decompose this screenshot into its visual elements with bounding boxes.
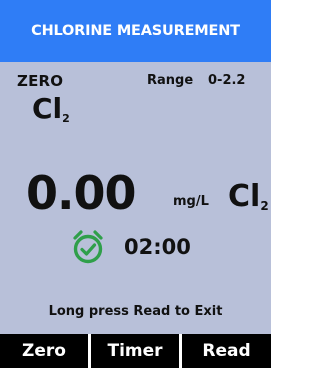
chemical-symbol-large: Cl2 <box>228 179 269 214</box>
mode-label: ZERO <box>17 72 64 90</box>
chemical-subscript: 2 <box>62 112 70 125</box>
reading-value: 0.00 <box>26 166 136 220</box>
chemical-symbol: Cl <box>32 92 63 125</box>
button-bar: Zero Timer Read <box>0 334 271 368</box>
range-label: Range <box>147 73 194 88</box>
range-value: 0-2.2 <box>208 73 246 88</box>
reading-chemical-subscript: 2 <box>260 199 269 213</box>
alarm-clock-check-icon <box>73 230 103 264</box>
chlorine-meter-screen: CHLORINE MEASUREMENT ZERO Range 0-2.2 Cl… <box>0 0 271 368</box>
zero-button[interactable]: Zero <box>0 334 88 368</box>
exit-hint: Long press Read to Exit <box>48 304 223 319</box>
screen-title: CHLORINE MEASUREMENT <box>0 0 271 62</box>
reading-chemical-symbol: Cl <box>228 179 261 214</box>
chemical-symbol-small: Cl2 <box>32 92 70 125</box>
read-button[interactable]: Read <box>182 334 271 368</box>
timer-button[interactable]: Timer <box>91 334 179 368</box>
measurement-panel: ZERO Range 0-2.2 Cl2 0.00 mg/L Cl2 02:00… <box>0 62 271 334</box>
timer-value: 02:00 <box>124 235 191 259</box>
reading-unit: mg/L <box>173 194 209 209</box>
